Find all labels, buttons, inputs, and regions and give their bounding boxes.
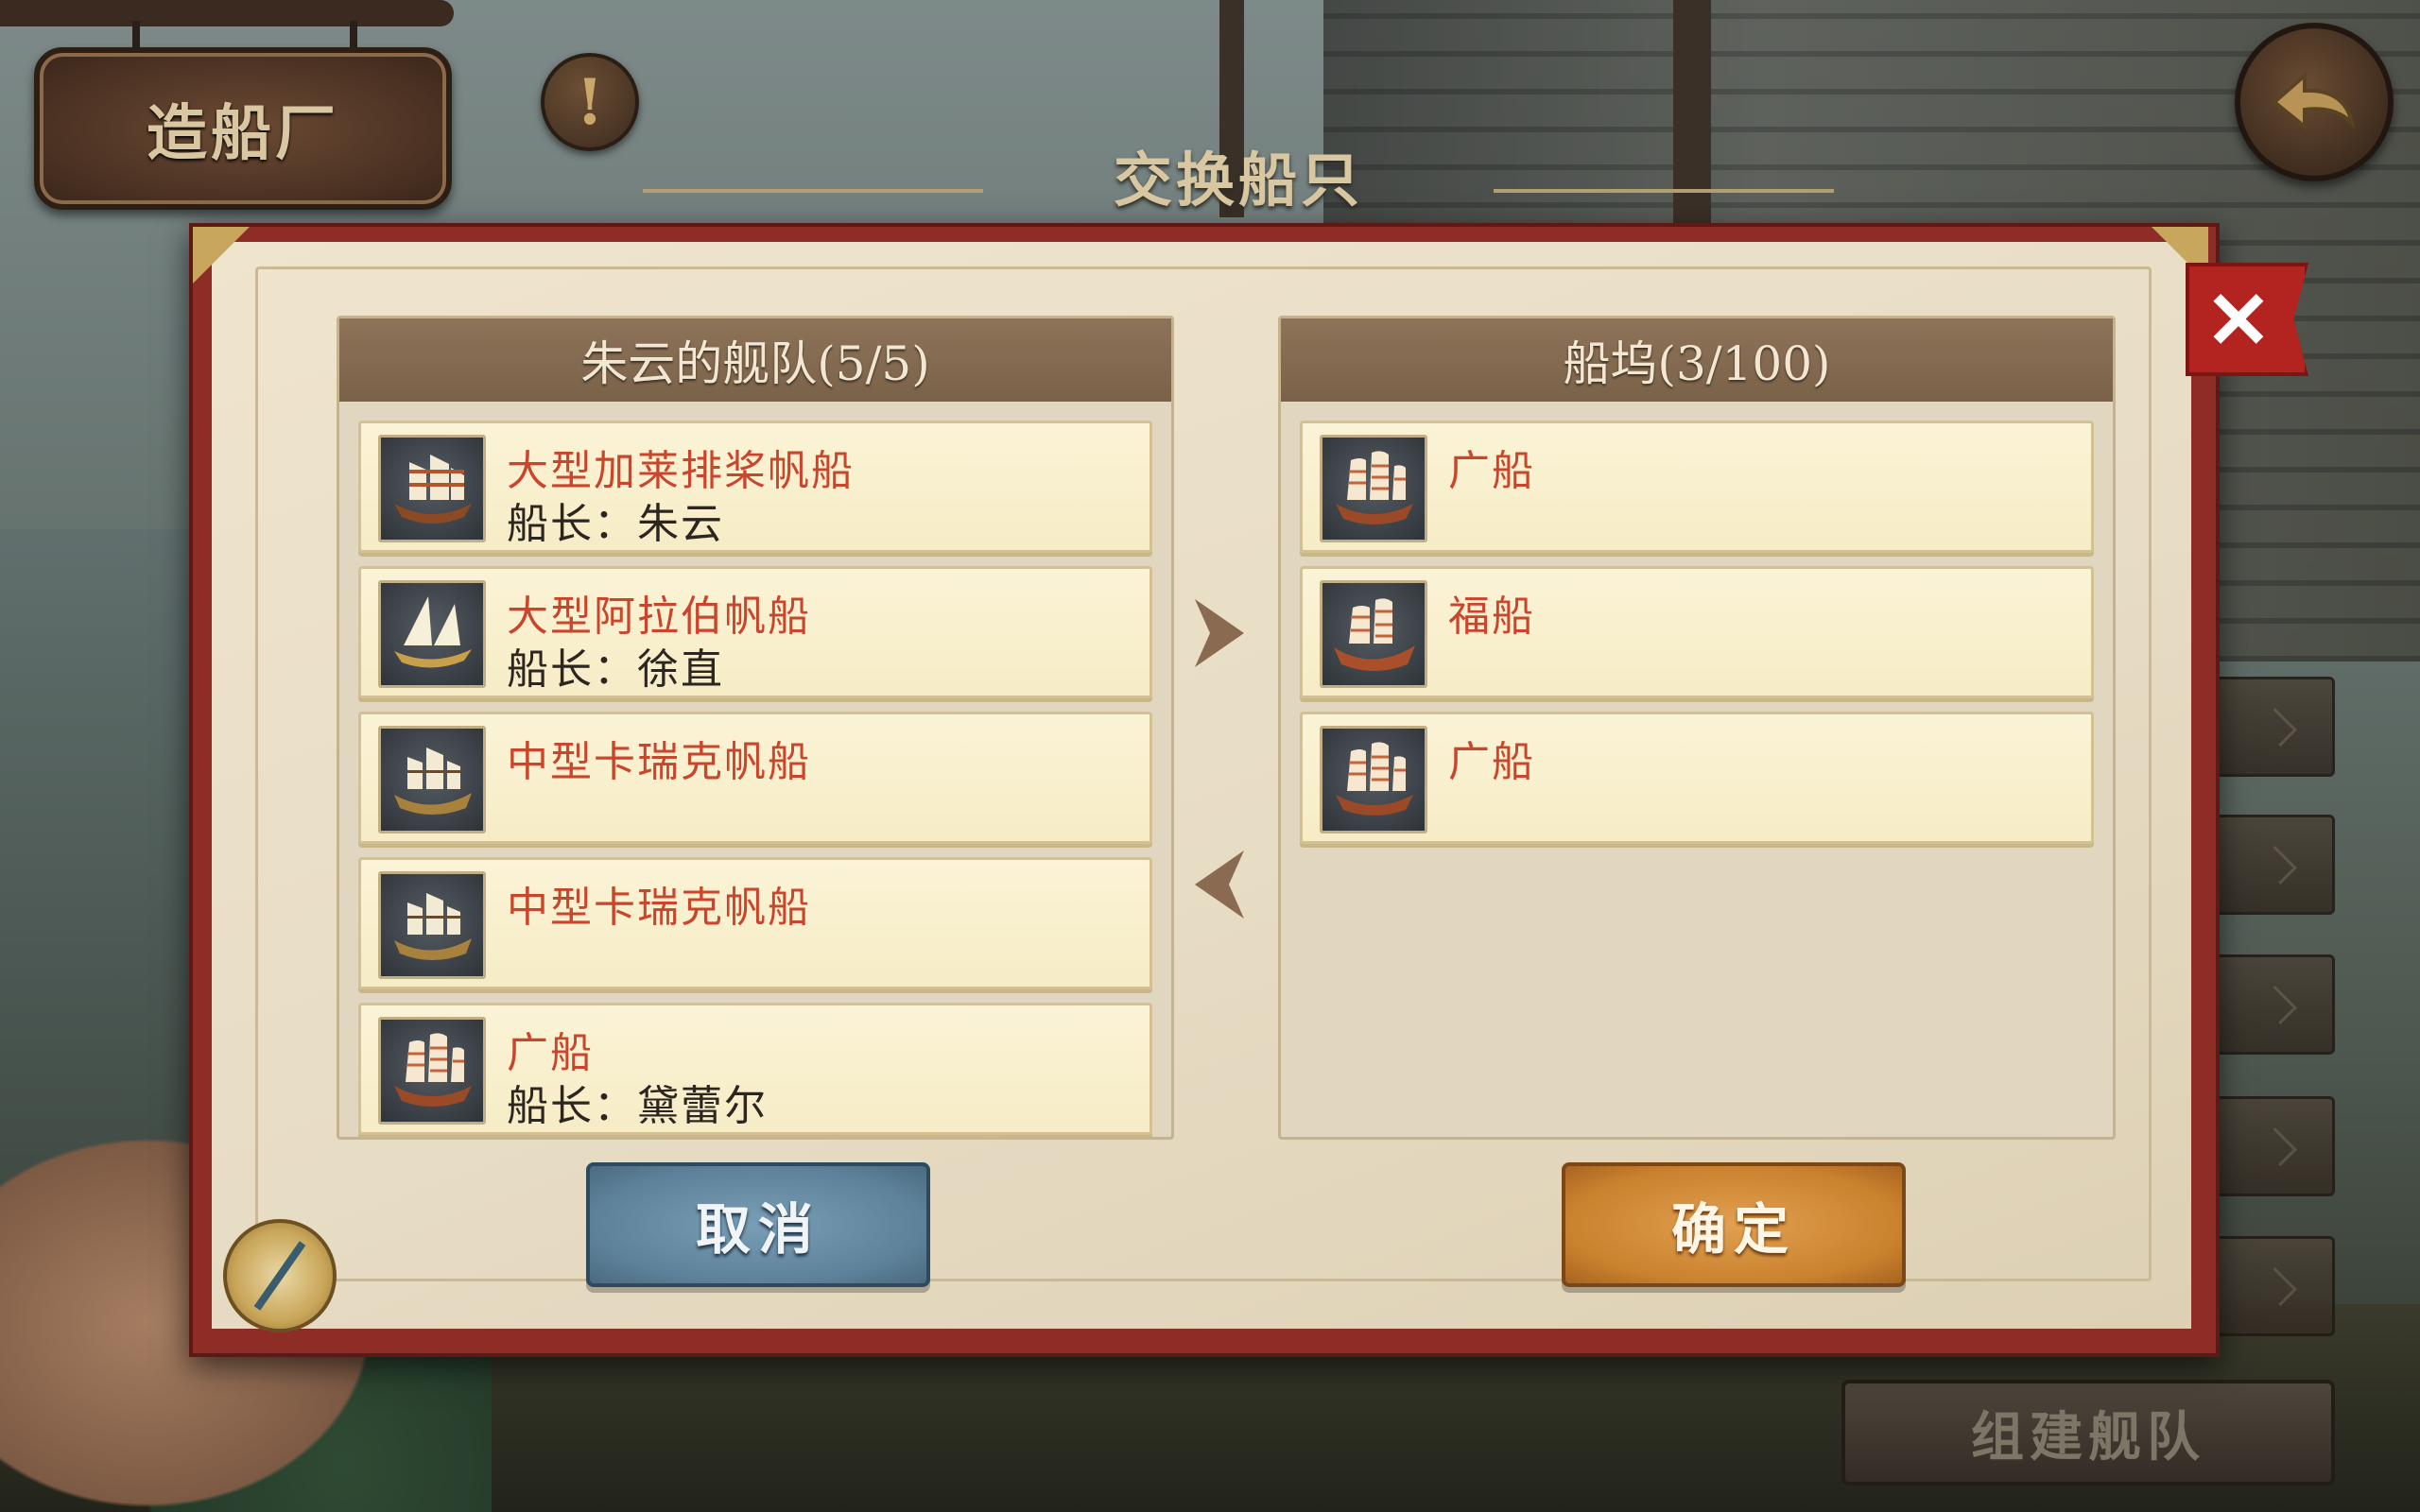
fleet-ship-item[interactable]: 中型卡瑞克帆船 <box>358 857 1152 989</box>
ship-name: 福船 <box>1448 593 1535 641</box>
move-right-arrow-icon[interactable] <box>1191 595 1248 671</box>
exclamation-icon: ! <box>576 65 604 139</box>
galley-icon <box>378 435 486 542</box>
back-button[interactable] <box>2235 23 2394 181</box>
fleet-ship-item[interactable]: 大型加莱排桨帆船 船长：朱云 <box>358 421 1152 553</box>
carrack-icon <box>378 726 486 833</box>
location-sign-text: 造船厂 <box>147 98 339 169</box>
ship-name: 广船 <box>507 1029 594 1077</box>
dock-ship-item[interactable]: 广船 <box>1300 712 2094 844</box>
ship-captain: 船长：朱云 <box>507 500 724 548</box>
move-left-arrow-icon[interactable] <box>1191 847 1248 922</box>
ship-captain: 船长：黛蕾尔 <box>507 1082 768 1130</box>
fleet-ship-item[interactable]: 中型卡瑞克帆船 <box>358 712 1152 844</box>
side-tab[interactable] <box>2212 954 2335 1055</box>
dialog-title: 交换船只 <box>1113 146 1363 215</box>
junk-icon <box>1320 726 1427 833</box>
fleet-list-header: 朱云的舰队(5/5) <box>339 318 1171 402</box>
confirm-button[interactable]: 确定 <box>1562 1162 1906 1287</box>
compass-icon <box>223 1219 337 1332</box>
ship-name: 广船 <box>1448 738 1535 786</box>
cancel-button[interactable]: 取消 <box>586 1162 930 1287</box>
ship-captain: 船长：徐直 <box>507 645 724 694</box>
ship-name: 大型加莱排桨帆船 <box>507 447 855 495</box>
side-tab[interactable] <box>2212 1236 2335 1336</box>
title-ornament-left <box>643 189 983 193</box>
dock-list-header: 船坞(3/100) <box>1281 318 2113 402</box>
dock-ship-item[interactable]: 广船 <box>1300 421 2094 553</box>
ship-name: 广船 <box>1448 447 1535 495</box>
close-icon: ✕ <box>2204 272 2273 367</box>
back-arrow-icon <box>2271 71 2356 131</box>
dhow-icon <box>378 580 486 688</box>
dialog-title-bar: 交换船只 <box>643 132 1834 217</box>
junk-icon <box>378 1017 486 1125</box>
side-tab[interactable] <box>2212 677 2335 777</box>
junk-icon <box>1320 435 1427 542</box>
fleet-ship-item[interactable]: 广船 船长：黛蕾尔 <box>358 1003 1152 1135</box>
fleet-list: 朱云的舰队(5/5) 大型加莱排桨帆船 船长：朱云 大型阿拉伯帆船 船长：徐直 … <box>337 316 1174 1140</box>
side-tab[interactable] <box>2212 1096 2335 1196</box>
sign-hanger <box>0 0 454 26</box>
side-tab[interactable] <box>2212 815 2335 915</box>
title-ornament-right <box>1494 189 1834 193</box>
fuchuan-icon <box>1320 580 1427 688</box>
fleet-ship-item[interactable]: 大型阿拉伯帆船 船长：徐直 <box>358 566 1152 698</box>
location-sign: 造船厂 <box>34 47 452 210</box>
ship-name: 中型卡瑞克帆船 <box>507 738 811 786</box>
carrack-icon <box>378 871 486 979</box>
dock-ship-item[interactable]: 福船 <box>1300 566 2094 698</box>
build-fleet-button[interactable]: 组建舰队 <box>1841 1380 2335 1486</box>
alert-button[interactable]: ! <box>541 53 639 151</box>
ship-name: 中型卡瑞克帆船 <box>507 884 811 932</box>
dock-list: 船坞(3/100) 广船 福船 广船 <box>1278 316 2116 1140</box>
ship-name: 大型阿拉伯帆船 <box>507 593 811 641</box>
close-button[interactable]: ✕ <box>2186 263 2308 376</box>
